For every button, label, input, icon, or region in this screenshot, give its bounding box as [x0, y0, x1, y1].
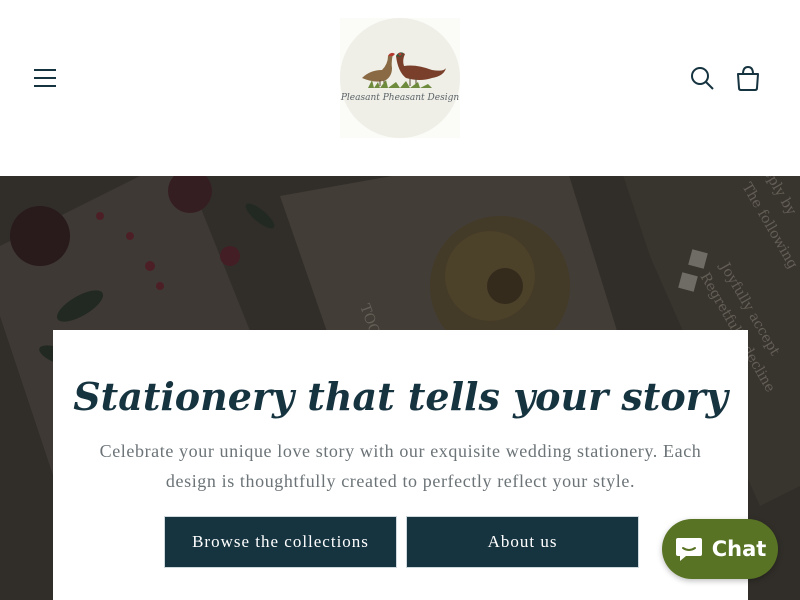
- cart-icon: [737, 65, 759, 91]
- pheasant-logo-icon: Pleasant Pheasant Design: [340, 18, 460, 138]
- chat-button[interactable]: Chat: [662, 519, 778, 579]
- hero-heading: Stationery that tells your story: [73, 374, 728, 419]
- site-header: Pleasant Pheasant Design: [0, 0, 800, 176]
- search-button[interactable]: [686, 62, 718, 94]
- hero-description: Celebrate your unique love story with ou…: [99, 441, 702, 491]
- search-icon: [691, 67, 714, 90]
- logo-text: Pleasant Pheasant Design: [340, 93, 459, 103]
- chat-label: Chat: [711, 537, 767, 561]
- chat-bubble-icon: [675, 538, 702, 561]
- hero-content-box: Stationery that tells your story Celebra…: [53, 330, 748, 600]
- site-logo[interactable]: Pleasant Pheasant Design: [340, 18, 460, 138]
- hamburger-menu-icon: [34, 69, 56, 87]
- about-us-button[interactable]: About us: [407, 517, 638, 567]
- cart-button[interactable]: [732, 62, 764, 94]
- menu-button[interactable]: [30, 63, 60, 93]
- browse-collections-button[interactable]: Browse the collections: [165, 517, 396, 567]
